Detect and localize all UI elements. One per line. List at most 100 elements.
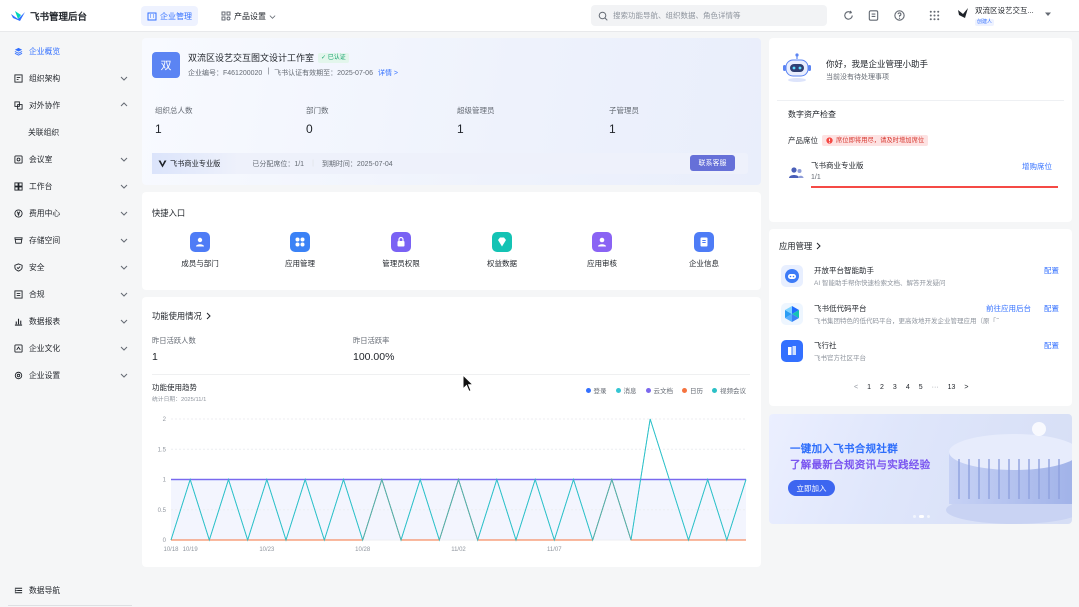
lowcode-app-icon bbox=[781, 303, 803, 325]
sidebar-item-compliance[interactable]: 合规 bbox=[0, 284, 140, 304]
pager-prev[interactable]: < bbox=[854, 384, 858, 391]
quick-app-review[interactable]: 应用审核 bbox=[567, 232, 637, 269]
details-link[interactable]: 详情 > bbox=[378, 68, 398, 78]
sidebar-item-meeting-rooms[interactable]: 会议室 bbox=[0, 149, 140, 169]
stat-active-rate: 昨日活跃率 100.00% bbox=[353, 336, 394, 363]
tab-label: 产品设置 bbox=[234, 11, 266, 21]
goto-app-backend-link[interactable]: 前往应用后台 bbox=[986, 303, 1031, 314]
culture-icon bbox=[14, 343, 23, 353]
document-icon[interactable] bbox=[867, 9, 880, 22]
app-item-lowcode-platform: 飞书低代码平台 飞书集团特色的低代码平台，更高效地开发企业管理应用（原「飞书… … bbox=[781, 303, 1064, 329]
pager-page[interactable]: 3 bbox=[893, 384, 897, 391]
legend-label: 消息 bbox=[623, 388, 637, 395]
plan-bar: 飞书商业专业版 已分配席位：1/1 | 到期时间：2025-07-04 联系客服 bbox=[152, 153, 748, 174]
quick-members-departments[interactable]: 成员与部门 bbox=[165, 232, 235, 269]
legend-item[interactable]: 日历 bbox=[682, 385, 703, 395]
app-name: 开放平台智能助手 bbox=[814, 266, 874, 275]
sidebar-item-data-reports[interactable]: 数据报表 bbox=[0, 311, 140, 331]
verified-label: 已认证 bbox=[327, 54, 346, 61]
chevron-up-icon bbox=[120, 102, 128, 107]
add-seats-link[interactable]: 增购席位 bbox=[1022, 161, 1052, 172]
plan-name: 飞书商业专业版 bbox=[811, 161, 864, 170]
tab-label: 企业管理 bbox=[160, 11, 192, 21]
help-icon[interactable] bbox=[893, 9, 906, 22]
app-management-title[interactable]: 应用管理 bbox=[779, 240, 822, 252]
legend-item[interactable]: 云文档 bbox=[645, 385, 673, 395]
sidebar-item-workplace[interactable]: 工作台 bbox=[0, 176, 140, 196]
apps-grid-icon[interactable] bbox=[928, 9, 941, 22]
sidebar-item-label: 费用中心 bbox=[29, 208, 61, 218]
pager-ellipsis[interactable]: ··· bbox=[932, 384, 939, 391]
tab-enterprise-management[interactable]: 企业管理 bbox=[141, 6, 198, 26]
sidebar-item-label: 组织架构 bbox=[29, 73, 61, 83]
quick-label: 应用管理 bbox=[285, 259, 315, 268]
trend-chart[interactable]: 2 1.5 1 0.5 0 10/18 10/19 10/23 10/28 11/02 11/07 bbox=[142, 402, 761, 557]
legend-dot bbox=[712, 387, 717, 393]
pager-page[interactable]: 1 bbox=[867, 384, 871, 391]
carousel-dot[interactable] bbox=[919, 515, 924, 518]
pager-page[interactable]: 13 bbox=[948, 384, 956, 391]
tab-product-settings[interactable]: 产品设置 bbox=[215, 6, 282, 26]
function-usage-title[interactable]: 功能使用情况 bbox=[152, 310, 212, 322]
caret-down-icon bbox=[1044, 12, 1051, 16]
legend-dot bbox=[645, 387, 651, 393]
function-usage-title-text: 功能使用情况 bbox=[152, 311, 202, 321]
org-switcher[interactable]: 双流区设艺交互... 创建人 bbox=[956, 6, 1052, 26]
quick-app-management[interactable]: 应用管理 bbox=[265, 232, 335, 269]
menu-collapse-icon bbox=[14, 587, 23, 593]
chevron-down-icon bbox=[120, 76, 128, 81]
configure-link[interactable]: 配置 bbox=[1044, 265, 1059, 276]
sidebar-item-label: 安全 bbox=[29, 262, 45, 272]
feishu-logo-icon bbox=[11, 11, 25, 21]
legend-dot bbox=[585, 387, 591, 393]
sidebar-data-navigation[interactable]: 数据导航 bbox=[0, 580, 140, 600]
quick-benefits-data[interactable]: 权益数据 bbox=[467, 232, 537, 269]
configure-link[interactable]: 配置 bbox=[1044, 303, 1059, 314]
chevron-down-icon bbox=[120, 157, 128, 162]
top-bar: 飞书管理后台 企业管理 产品设置 搜索功能导航、组织数据、角色详情等 双流区设艺… bbox=[0, 0, 1079, 32]
stat-total-members: 组织总人数 1 bbox=[155, 105, 193, 136]
legend-item[interactable]: 消息 bbox=[615, 385, 637, 395]
quick-enterprise-info[interactable]: 企业信息 bbox=[669, 232, 739, 269]
seat-warning-text: 席位即将用尽，请及时增加席位 bbox=[836, 137, 925, 144]
stat-departments: 部门数 0 bbox=[306, 105, 329, 136]
pager-next[interactable]: > bbox=[964, 384, 968, 391]
sidebar-item-billing[interactable]: 费用中心 bbox=[0, 203, 140, 223]
plan-name: 飞书商业专业版 bbox=[170, 158, 221, 168]
sidebar: 企业概览 组织架构 对外协作 关联组织 会议室 工作台 费用中心 存储空间 安全 bbox=[0, 32, 140, 607]
sidebar-item-security[interactable]: 安全 bbox=[0, 257, 140, 277]
sidebar-item-storage[interactable]: 存储空间 bbox=[0, 230, 140, 250]
sidebar-item-overview[interactable]: 企业概览 bbox=[0, 41, 140, 61]
sidebar-item-external-collab[interactable]: 对外协作 bbox=[0, 95, 140, 115]
search-input[interactable]: 搜索功能导航、组织数据、角色详情等 bbox=[591, 5, 827, 26]
stat-label: 超级管理员 bbox=[457, 106, 495, 115]
stat-value: 1 bbox=[457, 122, 464, 136]
contact-support-button[interactable]: 联系客服 bbox=[690, 155, 735, 171]
community-banner[interactable]: 一键加入飞书合规社群 了解最新合规资讯与实践经验 立即加入 bbox=[769, 414, 1072, 524]
pager-page[interactable]: 4 bbox=[906, 384, 910, 391]
stat-label: 子管理员 bbox=[609, 106, 639, 115]
diamond-icon bbox=[492, 232, 512, 252]
refresh-icon[interactable] bbox=[842, 9, 855, 22]
org-overview-card: 双 双流区设艺交互图文设计工作室 ✓ 已认证 企业编号：F461200020 |… bbox=[142, 38, 761, 185]
assistant-subtitle: 当前没有待处理事项 bbox=[826, 74, 889, 81]
community-app-icon bbox=[781, 340, 803, 362]
pager-page[interactable]: 5 bbox=[919, 384, 923, 391]
legend-item[interactable]: 登录 bbox=[585, 385, 607, 395]
function-usage-card: 功能使用情况 昨日活跃人数 1 昨日活跃率 100.00% 功能使用趋势 统计日… bbox=[142, 297, 761, 567]
configure-link[interactable]: 配置 bbox=[1044, 340, 1059, 351]
sidebar-item-enterprise-settings[interactable]: 企业设置 bbox=[0, 365, 140, 385]
pager-page[interactable]: 2 bbox=[880, 384, 884, 391]
sidebar-item-culture[interactable]: 企业文化 bbox=[0, 338, 140, 358]
legend-item[interactable]: 视频会议 bbox=[712, 385, 746, 395]
carousel-dot[interactable] bbox=[913, 515, 916, 518]
app-logo[interactable]: 飞书管理后台 bbox=[10, 9, 87, 23]
plan-count: 1/1 bbox=[811, 174, 821, 181]
quick-admin-permissions[interactable]: 管理员权限 bbox=[366, 232, 436, 269]
sidebar-item-linked-orgs[interactable]: 关联组织 bbox=[0, 122, 140, 142]
join-now-button[interactable]: 立即加入 bbox=[788, 480, 835, 496]
chart-x-tick-label: 10/18 bbox=[163, 547, 179, 553]
carousel-dot[interactable] bbox=[927, 515, 930, 518]
stat-value: 1 bbox=[609, 122, 616, 136]
sidebar-item-org-structure[interactable]: 组织架构 bbox=[0, 68, 140, 88]
